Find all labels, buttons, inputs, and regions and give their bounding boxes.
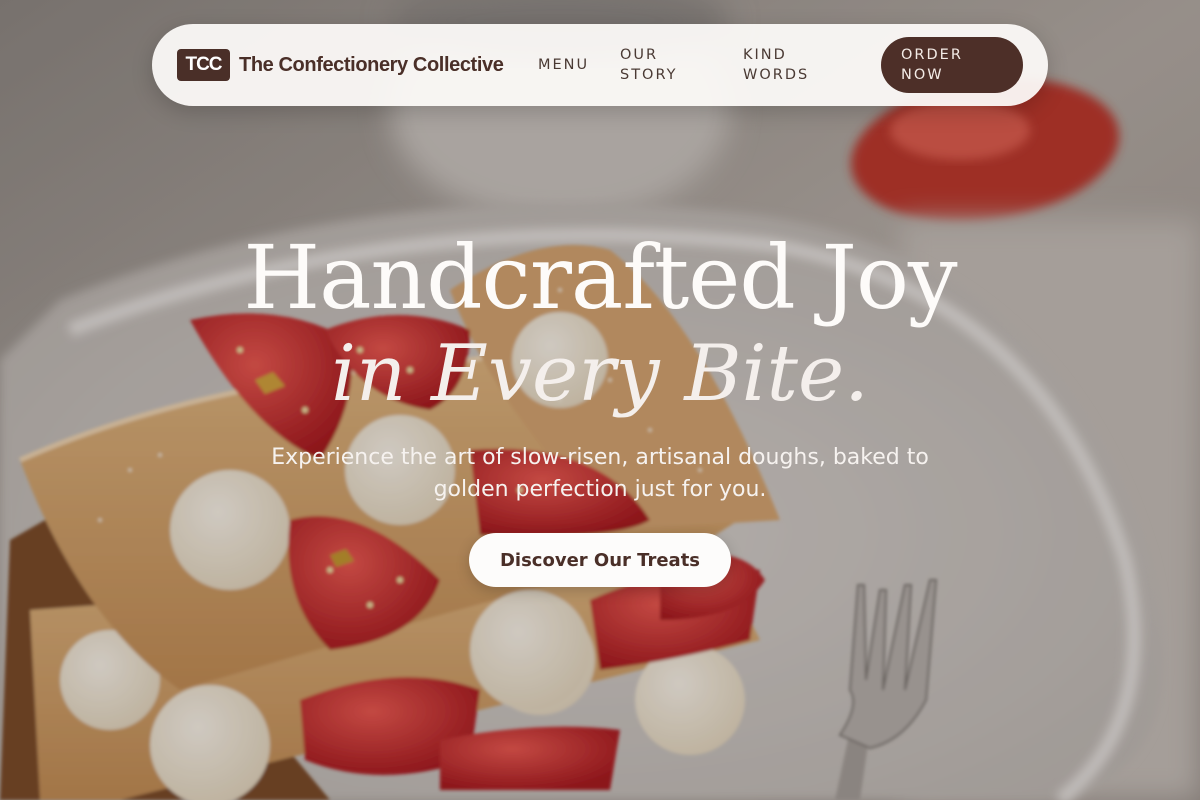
discover-treats-button[interactable]: Discover Our Treats bbox=[469, 533, 731, 587]
hero-subtitle: Experience the art of slow-risen, artisa… bbox=[271, 445, 929, 502]
hero-headline: Handcrafted Joy in Every Bite. bbox=[0, 228, 1200, 420]
brand-logo-link[interactable]: TCC The Confectionery Collective bbox=[177, 49, 504, 81]
brand-name: The Confectionery Collective bbox=[239, 53, 504, 76]
logo-badge: TCC bbox=[177, 49, 230, 81]
nav-link-menu[interactable]: MENU bbox=[538, 55, 589, 75]
nav-link-our-story[interactable]: OUR STORY bbox=[620, 45, 700, 85]
top-navigation: TCC The Confectionery Collective MENU OU… bbox=[152, 24, 1048, 106]
headline-line-1: Handcrafted Joy bbox=[243, 226, 957, 329]
order-now-label: ORDER NOW bbox=[901, 47, 963, 83]
order-now-button[interactable]: ORDER NOW bbox=[881, 37, 1023, 93]
nav-link-kind-words[interactable]: KIND WORDS bbox=[743, 45, 833, 85]
headline-line-2: in Every Bite. bbox=[331, 329, 869, 419]
